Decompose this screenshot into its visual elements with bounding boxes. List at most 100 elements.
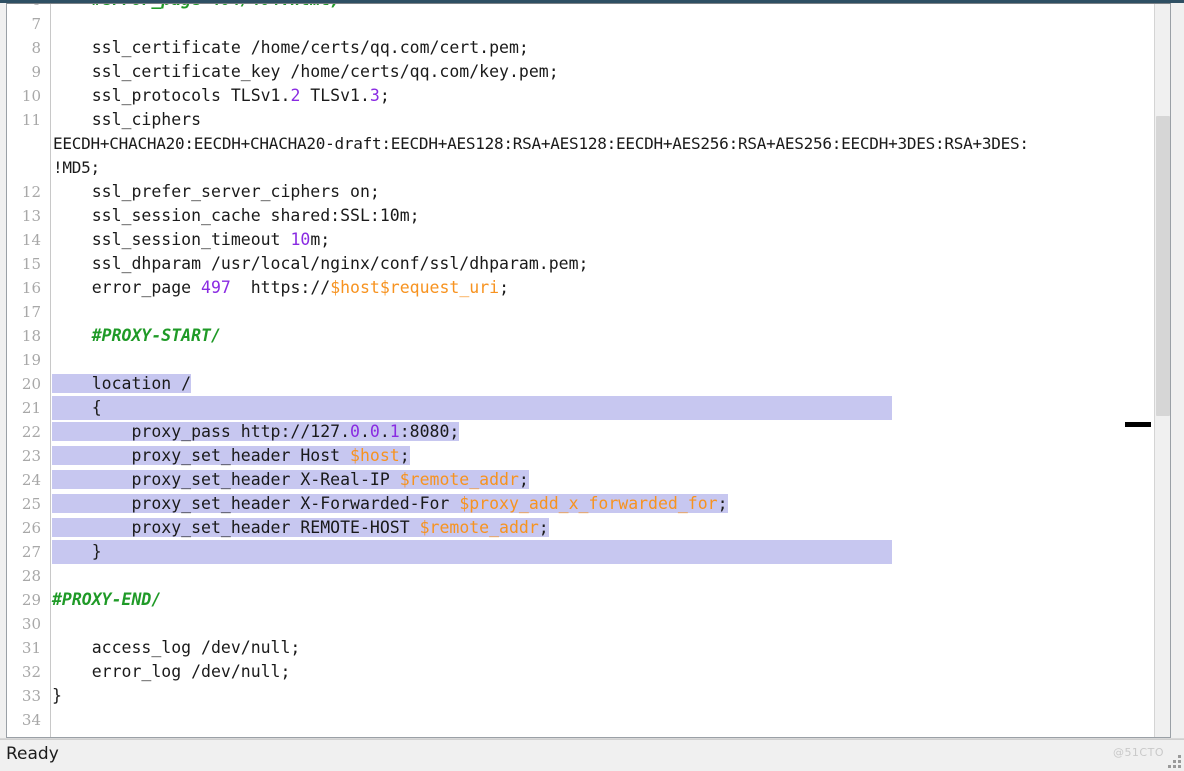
code-line[interactable]: 21 { [7,396,1155,420]
code-line[interactable]: 17 [7,300,1155,324]
code-line[interactable]: EECDH+CHACHA20:EECDH+CHACHA20-draft:EECD… [7,132,1155,156]
code-text[interactable]: proxy_set_header REMOTE-HOST $remote_add… [52,516,549,540]
line-number: 34 [21,711,41,729]
line-number: 25 [21,495,41,513]
code-line[interactable]: 34 [7,708,1155,732]
line-number: 20 [21,375,41,393]
line-number: 14 [21,231,41,249]
code-line[interactable]: 33} [7,684,1155,708]
line-number: 10 [21,87,41,105]
line-number: 17 [21,303,41,321]
code-text[interactable]: proxy_set_header Host $host; [52,444,410,468]
code-text[interactable]: proxy_set_header X-Forwarded-For $proxy_… [52,492,728,516]
code-text[interactable]: ssl_certificate /home/certs/qq.com/cert.… [52,36,529,60]
token-plain: . [359,422,370,441]
vertical-scrollbar-thumb[interactable] [1156,116,1170,416]
token-var: $host [350,446,400,465]
vertical-scrollbar-track[interactable] [1154,4,1170,737]
token-plain: error_page [91,278,202,297]
line-number: 27 [21,543,41,561]
editor-frame: 6 #error_page 404/404.html; 7 8 ssl_certif… [6,3,1171,738]
code-text[interactable]: proxy_pass http://127.0.0.1:8080; [52,420,460,444]
code-line[interactable]: 25 proxy_set_header X-Forwarded-For $pro… [7,492,1155,516]
code-line[interactable]: 6 #error_page 404/404.html; [7,4,1155,12]
selection-highlight [52,540,892,564]
code-text[interactable]: proxy_set_header X-Real-IP $remote_addr; [52,468,529,492]
code-line[interactable]: 29 #PROXY-END/ [7,588,1155,612]
code-text[interactable]: ssl_protocols TLSv1.2 TLSv1.3; [52,84,390,108]
token-plain: ssl_certificate_key /home/certs/qq.com/k… [91,62,559,81]
code-text[interactable]: error_page 497 https://$host$request_uri… [52,276,509,300]
code-line[interactable]: 30 [7,612,1155,636]
token-plain: ; [499,278,510,297]
line-number: 29 [21,591,41,609]
token-num: 3 [369,86,380,105]
editor-window: 6 #error_page 404/404.html; 7 8 ssl_certif… [0,0,1184,771]
code-line[interactable]: 22 proxy_pass http://127.0.0.1:8080; [7,420,1155,444]
code-text[interactable]: ssl_session_timeout 10m; [52,228,330,252]
code-line[interactable]: 31 access_log /dev/null; [7,636,1155,660]
code-text[interactable]: #PROXY-END/ [52,588,161,612]
token-plain: } [91,542,102,561]
resize-grip[interactable] [1168,755,1181,768]
code-line[interactable]: 10 ssl_protocols TLSv1.2 TLSv1.3; [7,84,1155,108]
token-plain: access_log /dev/null; [91,638,301,657]
code-line[interactable]: 12 ssl_prefer_server_ciphers on; [7,180,1155,204]
code-text[interactable]: EECDH+CHACHA20:EECDH+CHACHA20-draft:EECD… [53,132,1029,156]
code-text[interactable]: ssl_dhparam /usr/local/nginx/conf/ssl/dh… [52,252,589,276]
code-text[interactable]: #PROXY-START/ [52,324,221,348]
code-text[interactable]: } [52,684,62,708]
code-line[interactable]: 15 ssl_dhparam /usr/local/nginx/conf/ssl… [7,252,1155,276]
code-line[interactable]: 14 ssl_session_timeout 10m; [7,228,1155,252]
line-number: 33 [21,687,41,705]
code-line[interactable]: 11 ssl_ciphers [7,108,1155,132]
token-num: 497 [201,278,231,297]
line-number: 15 [21,255,41,273]
code-line[interactable]: 32 error_log /dev/null; [7,660,1155,684]
code-line[interactable]: 24 proxy_set_header X-Real-IP $remote_ad… [7,468,1155,492]
status-bar: Ready @51CTO [0,738,1184,771]
code-line[interactable]: !MD5; [7,156,1155,180]
code-editor-area[interactable]: 6 #error_page 404/404.html; 7 8 ssl_certif… [7,4,1155,737]
code-line[interactable]: 9 ssl_certificate_key /home/certs/qq.com… [7,60,1155,84]
token-plain: ; [717,494,728,513]
code-text[interactable]: #error_page 404/404.html; [52,4,340,12]
line-number: 16 [21,279,41,297]
token-plain: ; [399,446,410,465]
code-line[interactable]: 7 [7,12,1155,36]
code-line[interactable]: 20 location / [7,372,1155,396]
code-line[interactable]: 13 ssl_session_cache shared:SSL:10m; [7,204,1155,228]
code-text[interactable]: location / [52,372,192,396]
code-lines-container: 6 #error_page 404/404.html; 7 8 ssl_certif… [7,4,1155,732]
token-plain: location / [91,374,192,393]
token-num: 10 [290,230,311,249]
bookmark-marker[interactable] [1125,422,1151,427]
code-line[interactable]: 26 proxy_set_header REMOTE-HOST $remote_… [7,516,1155,540]
token-plain: error_log /dev/null; [91,662,291,681]
token-plain: proxy_set_header X-Real-IP [131,470,400,489]
code-line[interactable]: 8 ssl_certificate /home/certs/qq.com/cer… [7,36,1155,60]
line-number: 22 [21,423,41,441]
code-text[interactable]: ssl_certificate_key /home/certs/qq.com/k… [52,60,559,84]
code-text[interactable]: access_log /dev/null; [52,636,301,660]
line-number: 23 [21,447,41,465]
code-text[interactable]: !MD5; [53,156,100,180]
selection-highlight [52,396,892,420]
code-line[interactable]: 19 [7,348,1155,372]
line-number: 24 [21,471,41,489]
token-plain: ssl_dhparam /usr/local/nginx/conf/ssl/dh… [91,254,589,273]
code-text[interactable]: { [52,396,102,420]
code-line[interactable]: 23 proxy_set_header Host $host; [7,444,1155,468]
code-line[interactable]: 18 #PROXY-START/ [7,324,1155,348]
code-text[interactable]: } [52,540,102,564]
code-text[interactable]: ssl_ciphers [52,108,201,132]
token-plain: :8080; [399,422,460,441]
code-line[interactable]: 28 [7,564,1155,588]
code-text[interactable]: ssl_session_cache shared:SSL:10m; [52,204,420,228]
code-line[interactable]: 27 } [7,540,1155,564]
line-number: 28 [21,567,41,585]
code-text[interactable]: ssl_prefer_server_ciphers on; [52,180,380,204]
code-text[interactable]: error_log /dev/null; [52,660,291,684]
code-line[interactable]: 16 error_page 497 https://$host$request_… [7,276,1155,300]
token-plain: proxy_set_header Host [131,446,351,465]
